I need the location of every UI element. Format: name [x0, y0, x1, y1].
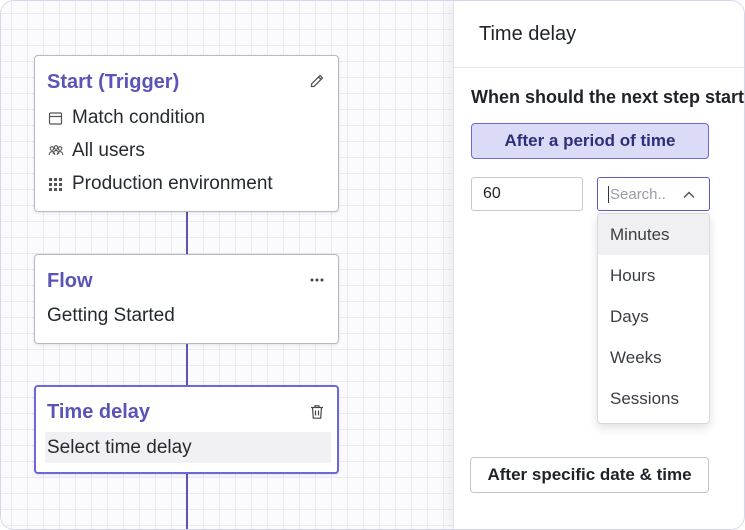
panel-header: Time delay	[454, 1, 744, 68]
grid-icon	[47, 176, 64, 193]
dropdown-option-hours[interactable]: Hours	[598, 255, 709, 296]
dropdown-option-days[interactable]: Days	[598, 296, 709, 337]
question-label: When should the next step start?	[471, 87, 745, 107]
ellipsis-icon[interactable]	[308, 271, 326, 289]
amount-input[interactable]: 60	[471, 177, 583, 211]
pencil-icon[interactable]	[308, 72, 326, 90]
node-title: Flow	[47, 270, 93, 292]
connector-line	[186, 343, 188, 387]
unit-search-placeholder: Search..	[610, 186, 666, 203]
node-title: Start (Trigger)	[47, 71, 180, 93]
amount-value: 60	[483, 185, 501, 202]
users-icon	[47, 143, 64, 160]
select-placeholder: Select time delay	[47, 437, 192, 458]
connector-line	[186, 211, 188, 256]
node-title: Time delay	[47, 401, 151, 423]
time-delay-select[interactable]: Select time delay	[45, 432, 331, 463]
node-row-label: All users	[72, 140, 145, 161]
dropdown-option-sessions[interactable]: Sessions	[598, 378, 709, 419]
after-specific-date-button[interactable]: After specific date & time	[470, 457, 709, 493]
audience-row: All users	[47, 140, 145, 162]
unit-search-select[interactable]: Search..	[597, 177, 710, 211]
environment-row: Production environment	[47, 173, 273, 195]
flow-canvas[interactable]: Start (Trigger) Match condition All user…	[1, 1, 453, 529]
node-row-label: Production environment	[72, 173, 273, 194]
unit-dropdown: Minutes Hours Days Weeks Sessions	[597, 213, 710, 424]
flow-subtitle: Getting Started	[47, 305, 175, 327]
time-delay-panel: Time delay When should the next step sta…	[453, 1, 745, 529]
chevron-up-icon[interactable]	[681, 187, 697, 203]
dropdown-option-weeks[interactable]: Weeks	[598, 337, 709, 378]
after-period-button[interactable]: After a period of time	[471, 123, 709, 159]
window-icon	[47, 110, 64, 127]
trash-icon[interactable]	[308, 403, 326, 421]
start-trigger-node[interactable]: Start (Trigger) Match condition All user…	[34, 55, 339, 212]
app-frame: Start (Trigger) Match condition All user…	[0, 0, 745, 530]
time-delay-node[interactable]: Time delay Select time delay	[34, 385, 339, 474]
flow-node[interactable]: Flow Getting Started	[34, 254, 339, 344]
panel-title: Time delay	[479, 23, 577, 45]
text-cursor	[608, 186, 609, 203]
connector-line	[186, 473, 188, 529]
condition-row: Match condition	[47, 107, 205, 129]
dropdown-option-minutes[interactable]: Minutes	[598, 214, 709, 255]
node-row-label: Match condition	[72, 107, 206, 128]
node-row-label: Getting Started	[47, 305, 175, 326]
